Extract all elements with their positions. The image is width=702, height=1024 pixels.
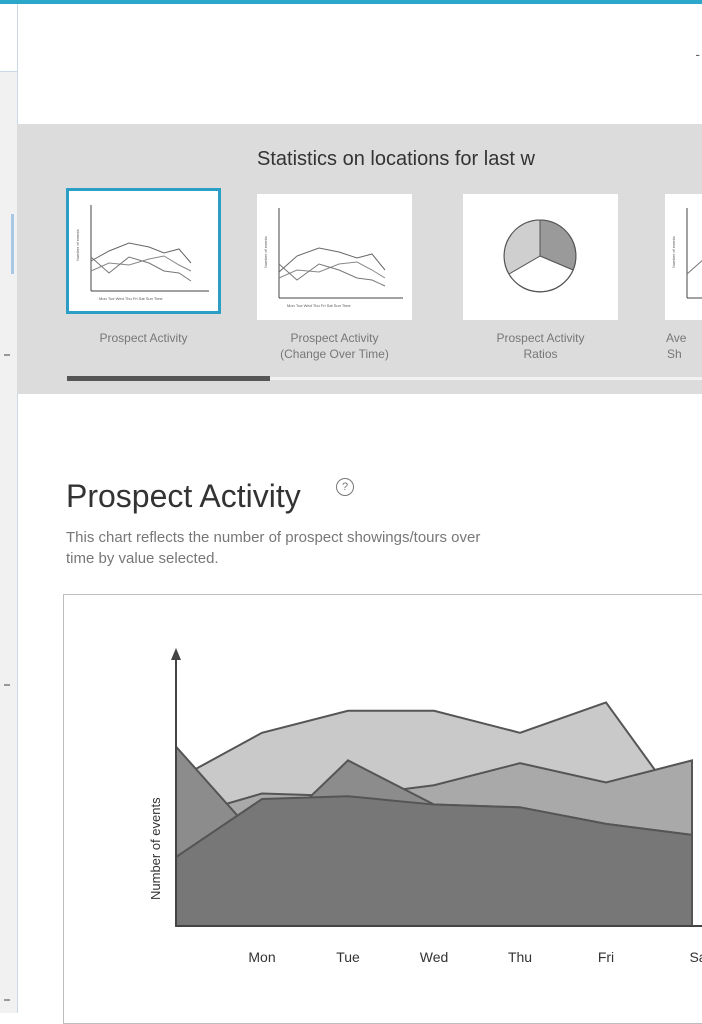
svg-text:Mon Tue Wed Thu Fri Sat Sun Ti: Mon Tue Wed Thu Fri Sat Sun Time	[287, 303, 351, 308]
svg-text:Number of events: Number of events	[671, 236, 676, 268]
thumbnail-scroll-thumb[interactable]	[67, 376, 270, 381]
x-tick-label: Wed	[419, 949, 449, 965]
y-axis-label: Number of events	[148, 797, 163, 900]
x-tick-label: Mon	[248, 949, 276, 965]
section-description: This chart reflects the number of prospe…	[66, 529, 481, 567]
sidebar-active-indicator	[11, 214, 14, 274]
sidebar-header	[0, 4, 17, 72]
svg-text:Mon Tue Wed Thu Fri Sat Sun Ti: Mon Tue Wed Thu Fri Sat Sun Time	[99, 296, 163, 301]
left-sidebar	[0, 4, 18, 1013]
line-chart-thumbnail-icon: Number of events Mon Tue Wed Thu Fri Sat…	[75, 205, 209, 301]
thumbnail-prospect-activity[interactable]: Number of events Mon Tue Wed Thu Fri Sat…	[66, 188, 221, 314]
header-truncated-label[interactable]: -	[695, 46, 700, 62]
svg-text:Number of events: Number of events	[75, 229, 80, 261]
thumbnail-average-showings[interactable]: Number of events	[665, 194, 702, 320]
x-tick-label: Sa	[689, 949, 702, 965]
statistics-panel: Statistics on locations for last w Numbe…	[17, 124, 702, 394]
x-tick-label: Fri	[597, 949, 615, 965]
x-tick-label: Thu	[507, 949, 533, 965]
thumbnail-label-prospect-activity-change[interactable]: Prospect Activity (Change Over Time)	[257, 330, 412, 362]
help-icon[interactable]: ?	[336, 478, 354, 496]
thumbnail-prospect-activity-change[interactable]: Number of events Mon Tue Wed Thu Fri Sat…	[257, 194, 412, 320]
line-chart-thumbnail-icon: Number of events Mon Tue Wed Thu Fri Sat…	[263, 208, 403, 308]
sidebar-item-marker[interactable]	[4, 999, 10, 1001]
sidebar-item-marker[interactable]	[4, 684, 10, 686]
thumbnail-prospect-activity-ratios[interactable]	[463, 194, 618, 320]
thumbnail-label-prospect-activity[interactable]: Prospect Activity	[66, 330, 221, 346]
top-accent-bar	[0, 0, 702, 4]
page-title: Prospect Activity	[66, 478, 301, 514]
thumbnail-label-prospect-activity-ratios[interactable]: Prospect Activity Ratios	[463, 330, 618, 362]
svg-text:Number of events: Number of events	[263, 236, 268, 268]
line-chart-thumbnail-icon: Number of events	[671, 208, 702, 299]
statistics-title: Statistics on locations for last w	[257, 148, 535, 170]
sidebar-item-marker[interactable]	[4, 354, 10, 356]
pie-chart-thumbnail-icon	[503, 219, 577, 293]
thumbnail-label-average-showings[interactable]: Ave Sh	[652, 330, 702, 362]
x-tick-label: Tue	[336, 949, 360, 965]
